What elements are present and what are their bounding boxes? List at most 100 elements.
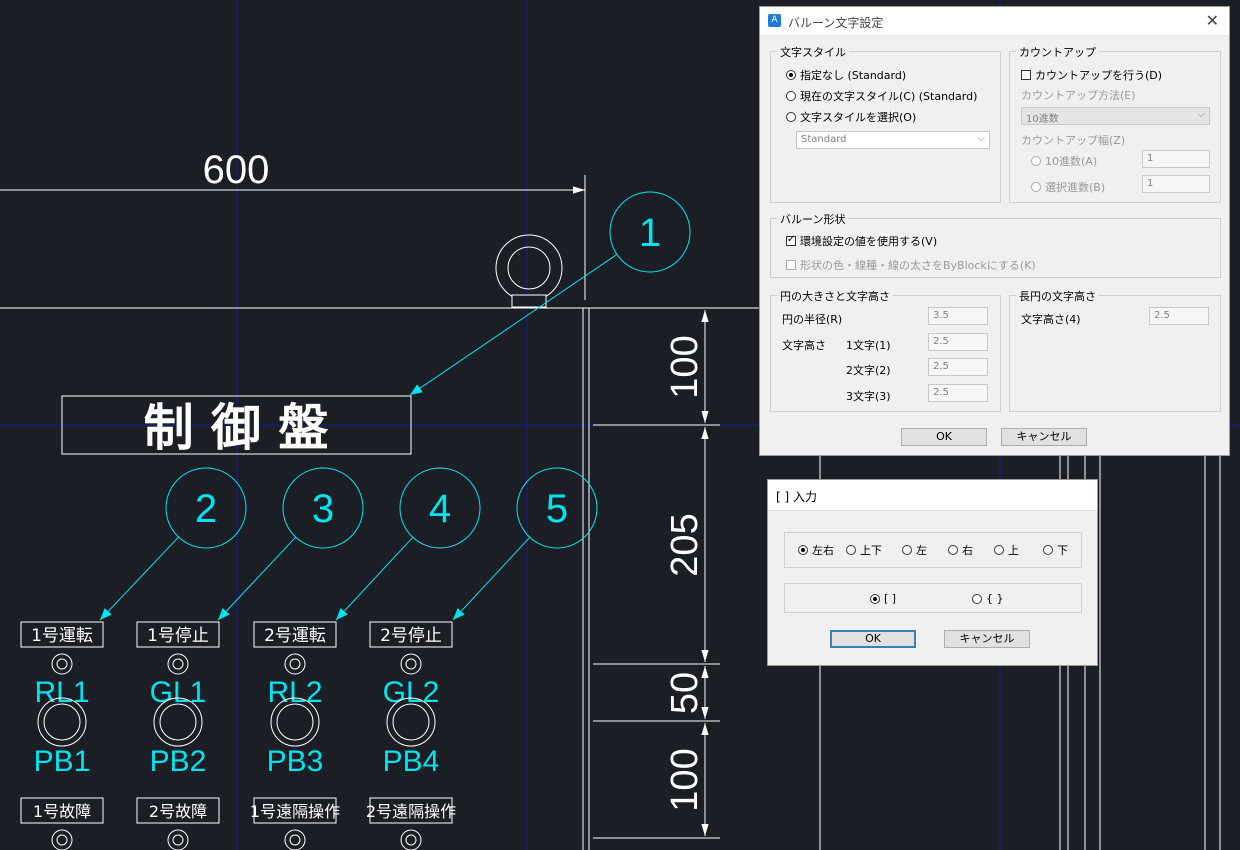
radio-icon[interactable] xyxy=(786,91,796,101)
radio-position-5[interactable]: 下 xyxy=(1043,542,1068,558)
bracket-input-dialog: [ ] 入力 左右 上下左右上下 [ ]{ } OK キャンセル xyxy=(767,479,1098,666)
radio-icon[interactable] xyxy=(1031,156,1041,166)
cancel-button[interactable]: キャンセル xyxy=(1001,428,1087,446)
radio-style-select[interactable]: 文字スタイルを選択(O) xyxy=(786,109,916,125)
lamp-inner xyxy=(56,834,68,846)
lamp-inner xyxy=(289,658,301,670)
decimal-input[interactable]: 1 xyxy=(1142,150,1210,168)
checkbox-icon[interactable] xyxy=(786,234,796,246)
radio-position-1[interactable]: 上下 xyxy=(846,542,882,558)
chevron-down-icon: ⌵ xyxy=(1197,109,1205,120)
dialog-titlebar[interactable]: A バルーン文字設定 ✕ xyxy=(760,7,1229,36)
char1-input[interactable]: 2.5 xyxy=(928,333,988,351)
eyebolt-inner xyxy=(507,246,551,290)
eyebolt-base xyxy=(511,294,547,308)
component-column[interactable]: 2号停止GL2PB42号遠隔操作 xyxy=(366,621,456,850)
component-column[interactable]: 1号停止GL1PB22号故障 xyxy=(136,621,220,850)
radio-icon[interactable] xyxy=(786,112,796,122)
dialog-titlebar[interactable]: [ ] 入力 xyxy=(768,480,1097,511)
balloon-3[interactable]: 3 xyxy=(217,467,364,621)
lamp-inner xyxy=(56,658,68,670)
radio-label: 現在の文字スタイル(C) (Standard) xyxy=(800,90,978,103)
balloon-number: 1 xyxy=(639,211,661,255)
radio-position-0[interactable]: 左右 xyxy=(798,542,834,558)
style-select[interactable]: Standard ⌵ xyxy=(796,131,990,149)
balloon-number: 2 xyxy=(195,487,217,531)
component-group: 1号運転RL1PB11号故障 1号停止GL1PB22号故障 2号運転RL2PB31号… xyxy=(20,621,456,850)
char2-input[interactable]: 2.5 xyxy=(928,358,988,376)
balloon-4[interactable]: 4 xyxy=(335,467,481,621)
use-env-check[interactable]: 環境設定の値を使用する(V) xyxy=(786,233,937,249)
byblock-check[interactable]: 形状の色・線種・線の太さをByBlockにする(K) xyxy=(786,257,1036,273)
lamp-inner xyxy=(289,834,301,846)
radio-icon[interactable] xyxy=(948,545,958,555)
lamp-inner xyxy=(172,658,184,670)
radio-icon[interactable] xyxy=(1043,545,1053,555)
ok-button[interactable]: OK xyxy=(901,428,987,446)
char3-input[interactable]: 2.5 xyxy=(928,384,988,402)
radio-label: 右 xyxy=(962,544,973,557)
lamp-outer xyxy=(284,653,306,675)
radio-icon[interactable] xyxy=(972,593,982,604)
radio-icon[interactable] xyxy=(846,545,856,555)
balloon-leader xyxy=(409,254,618,396)
balloon-5[interactable]: 5 xyxy=(452,467,598,621)
radius-input[interactable]: 3.5 xyxy=(928,307,988,325)
radio-icon[interactable] xyxy=(870,593,880,604)
component-label: 1号遠隔操作 xyxy=(250,802,340,821)
radio-position-2[interactable]: 左 xyxy=(902,542,927,558)
bracket-options: [ ] { } xyxy=(784,592,1082,608)
lamp-outer xyxy=(167,653,189,675)
radio-position-4[interactable]: 上 xyxy=(994,542,1019,558)
balloon-2[interactable]: 2 xyxy=(99,467,247,621)
count-method-select[interactable]: 10進数 ⌵ xyxy=(1021,107,1210,125)
radio-decimal[interactable]: 10進数(A) xyxy=(1031,153,1097,169)
count-up-check[interactable]: カウントアップを行う(D) xyxy=(1021,67,1162,83)
radio-icon[interactable] xyxy=(798,545,808,555)
balloon-leader xyxy=(452,536,531,621)
radio-select-base[interactable]: 選択進数(B) xyxy=(1031,179,1105,195)
radio-bracket-0[interactable]: [ ] xyxy=(870,592,896,605)
radio-label: 左右 xyxy=(812,544,834,557)
radio-position-3[interactable]: 右 xyxy=(948,542,973,558)
radio-icon[interactable] xyxy=(994,545,1004,555)
ok-button[interactable]: OK xyxy=(830,630,916,648)
circle-size-label: 円の大きさと文字高さ xyxy=(777,288,893,304)
ellipse-height-label: 長円の文字高さ xyxy=(1016,288,1099,304)
checkbox-label: 環境設定の値を使用する(V) xyxy=(800,235,938,248)
lamp-outer xyxy=(167,829,189,850)
close-icon[interactable]: ✕ xyxy=(1206,11,1219,30)
radio-style-none[interactable]: 指定なし (Standard) xyxy=(786,67,906,83)
dim-205: 205 xyxy=(664,513,706,576)
radio-label: { } xyxy=(986,592,1004,605)
radio-icon[interactable] xyxy=(1031,182,1041,192)
ellipse-text-height-input[interactable]: 2.5 xyxy=(1149,307,1209,325)
char2-label: 2文字(2) xyxy=(846,364,891,377)
radio-label: 指定なし (Standard) xyxy=(800,69,907,82)
lamp-outer xyxy=(51,829,73,850)
dialog-title: バルーン文字設定 xyxy=(788,16,884,30)
radio-icon[interactable] xyxy=(786,70,796,80)
dim-100-bottom: 100 xyxy=(664,748,706,811)
lamp-outer xyxy=(51,653,73,675)
select-base-input[interactable]: 1 xyxy=(1142,175,1210,193)
count-width-label: カウントアップ幅(Z) xyxy=(1021,134,1126,147)
button-inner xyxy=(159,703,197,741)
dim-100-top: 100 xyxy=(664,335,706,398)
component-column[interactable]: 1号運転RL1PB11号故障 xyxy=(20,621,104,850)
radio-style-current[interactable]: 現在の文字スタイル(C) (Standard) xyxy=(786,88,977,104)
checkbox-icon[interactable] xyxy=(1021,70,1031,80)
radio-label: 左 xyxy=(916,544,927,557)
radio-icon[interactable] xyxy=(902,545,912,555)
text-height-label: 文字高さ xyxy=(782,339,826,352)
lamp-inner xyxy=(172,834,184,846)
cancel-button[interactable]: キャンセル xyxy=(944,630,1030,648)
component-column[interactable]: 2号運転RL2PB31号遠隔操作 xyxy=(250,621,340,850)
component-label: 1号運転 xyxy=(31,626,93,646)
radio-label: [ ] xyxy=(884,592,897,605)
checkbox-icon[interactable] xyxy=(786,260,796,270)
checkbox-label: カウントアップを行う(D) xyxy=(1035,69,1163,82)
radio-bracket-1[interactable]: { } xyxy=(972,592,1004,605)
radio-label: 下 xyxy=(1057,544,1068,557)
app-icon: A xyxy=(768,14,781,27)
